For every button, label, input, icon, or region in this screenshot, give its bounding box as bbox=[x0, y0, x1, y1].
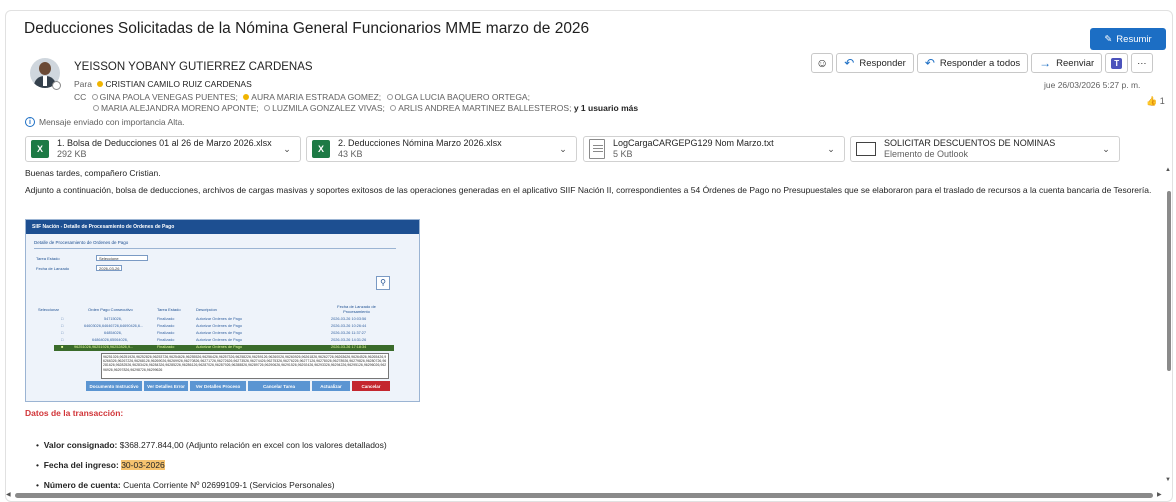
embedded-subtitle: Detalle de Procesamiento de Ordenes de P… bbox=[34, 240, 396, 249]
body-paragraph: Adjunto a continuación, bolsa de deducci… bbox=[25, 185, 1152, 195]
message-actions: ☺ ↶ Responder ↶ Responder a todos → Reenvia… bbox=[811, 53, 1153, 73]
reply-icon: ↶ bbox=[844, 56, 855, 70]
forward-button[interactable]: → Reenviar bbox=[1031, 53, 1103, 73]
embedded-button: Cancelar bbox=[352, 381, 390, 391]
list-item: • Fecha del ingreso: 30-03-2026 bbox=[36, 460, 165, 470]
recipient-cc[interactable]: LUZMILA GONZALEZ VIVAS; bbox=[272, 103, 385, 113]
scrollbar-thumb[interactable] bbox=[1167, 191, 1171, 371]
to-line: Para CRISTIAN CAMILO RUIZ CARDENAS bbox=[74, 79, 252, 89]
smiley-icon: ☺ bbox=[816, 56, 829, 70]
embedded-col-header: Descripcion bbox=[196, 307, 217, 312]
attachment-card[interactable]: X 2. Deducciones Nómina Marzo 2026.xlsx 4… bbox=[306, 136, 577, 162]
excel-icon: X bbox=[312, 140, 330, 158]
mail-icon bbox=[856, 142, 876, 156]
teams-share-button[interactable]: T bbox=[1105, 53, 1129, 73]
text-file-icon bbox=[589, 139, 605, 159]
attachment-card[interactable]: LogCargaCARGEPG129 Nom Marzo.txt 5 KB ⌄ bbox=[583, 136, 845, 162]
chevron-down-icon[interactable]: ⌄ bbox=[1097, 144, 1115, 155]
embedded-row: □ 64864026,65064026, Finalizado Autorizar O… bbox=[61, 338, 367, 342]
attachment-card[interactable]: X 1. Bolsa de Deducciones 01 al 26 de Ma… bbox=[25, 136, 301, 162]
reply-all-icon: ↶ bbox=[924, 56, 935, 70]
embedded-select: Seleccione bbox=[96, 255, 148, 261]
forward-icon: → bbox=[1039, 56, 1052, 70]
presence-offline-icon bbox=[93, 105, 99, 111]
cc-line-2: MARIA ALEJANDRA MORENO APONTE; LUZMILA G… bbox=[90, 103, 638, 113]
summarize-button[interactable]: ✎ Resumir bbox=[1090, 28, 1166, 50]
message-subject: Deducciones Solicitadas de la Nómina Gen… bbox=[24, 20, 590, 37]
presence-away-icon bbox=[97, 81, 104, 87]
embedded-row-selected: ■ 96251026,96251926,96252826,9... Finaliza… bbox=[54, 345, 394, 351]
embedded-col-header: Fecha de Lanzado de Procesamiento bbox=[337, 304, 376, 314]
embedded-screenshot: SIIF Nación - Detalle de Procesamiento d… bbox=[25, 219, 420, 402]
embedded-row: □ 64854026, Finalizado Autorizar Ordenes de… bbox=[61, 331, 366, 335]
emoji-reaction-button[interactable]: ☺ bbox=[811, 53, 834, 73]
presence-offline-icon bbox=[91, 94, 98, 100]
embedded-tooltip: 96251026,96251926,96252826,96253726,9625… bbox=[101, 353, 389, 379]
info-icon: i bbox=[25, 117, 35, 127]
scroll-left-icon[interactable]: ◀ bbox=[6, 491, 11, 498]
embedded-date: 2026-03-26 bbox=[96, 265, 122, 271]
presence-status-icon bbox=[52, 81, 61, 90]
embedded-row: □ 64603026,64646726,64690426,6... Finaliza… bbox=[61, 324, 367, 328]
excel-icon: X bbox=[31, 140, 49, 158]
sent-date: jue 26/03/2026 5:27 p. m. bbox=[1044, 80, 1141, 90]
teams-icon: T bbox=[1111, 57, 1123, 69]
horizontal-scrollbar[interactable]: ◀ ▶ bbox=[5, 490, 1171, 500]
embedded-button: Cancelar Tarea bbox=[248, 381, 310, 391]
embedded-button: Ver Detalles Proceso bbox=[190, 381, 246, 391]
reaction-count[interactable]: 👍 1 bbox=[1146, 96, 1165, 107]
importance-notice: i Mensaje enviado con importancia Alta. bbox=[25, 117, 185, 127]
vertical-scrollbar[interactable]: ▲ ▼ bbox=[1164, 165, 1172, 490]
reply-button[interactable]: ↶ Responder bbox=[836, 53, 914, 73]
recipient-cc[interactable]: AURA MARIA ESTRADA GOMEZ; bbox=[251, 92, 381, 102]
scroll-down-icon[interactable]: ▼ bbox=[1165, 477, 1171, 483]
cc-line: CC GINA PAOLA VENEGAS PUENTES; AURA MARI… bbox=[74, 92, 530, 102]
attachment-card[interactable]: SOLICITAR DESCUENTOS DE NOMINAS Elemento … bbox=[850, 136, 1120, 162]
presence-away-icon bbox=[243, 94, 250, 100]
scroll-right-icon[interactable]: ▶ bbox=[1157, 491, 1162, 498]
embedded-button: Ver Detalles Error bbox=[144, 381, 188, 391]
recipient-cc[interactable]: MARIA ALEJANDRA MORENO APONTE; bbox=[101, 103, 259, 113]
reply-all-button[interactable]: ↶ Responder a todos bbox=[916, 53, 1029, 73]
section-title: Datos de la transacción: bbox=[25, 408, 124, 418]
embedded-col-header: Orden Pago Consecutivo bbox=[88, 307, 133, 312]
thumbs-up-icon: 👍 bbox=[1146, 96, 1158, 106]
recipient-cc[interactable]: GINA PAOLA VENEGAS PUENTES; bbox=[100, 92, 238, 102]
more-recipients-link[interactable]: y 1 usuario más bbox=[574, 103, 638, 113]
embedded-col-header: Seleccionar bbox=[38, 307, 59, 312]
chevron-down-icon[interactable]: ⌄ bbox=[822, 144, 840, 155]
embedded-label: Fecha de Lanzado bbox=[36, 266, 70, 271]
embedded-label: Tarea Estado bbox=[36, 256, 60, 261]
recipient-to[interactable]: CRISTIAN CAMILO RUIZ CARDENAS bbox=[105, 79, 251, 89]
embedded-button: Documento Instructivo bbox=[86, 381, 142, 391]
summarize-icon: ✎ bbox=[1104, 33, 1113, 45]
chevron-down-icon[interactable]: ⌄ bbox=[554, 144, 572, 155]
embedded-col-header: Tarea Estado bbox=[157, 307, 181, 312]
list-item: • Número de cuenta: Cuenta Corriente Nº … bbox=[36, 480, 335, 490]
scrollbar-thumb[interactable] bbox=[15, 493, 1153, 498]
embedded-button: Actualizar bbox=[312, 381, 350, 391]
recipient-cc[interactable]: ARLIS ANDREA MARTINEZ BALLESTEROS; bbox=[398, 103, 571, 113]
embedded-title: SIIF Nación - Detalle de Procesamiento d… bbox=[26, 220, 419, 234]
list-item: • Valor consignado: $368.277.844,00 (Adj… bbox=[36, 440, 387, 450]
presence-offline-icon bbox=[390, 105, 397, 111]
more-icon: ··· bbox=[1137, 57, 1147, 69]
scroll-up-icon[interactable]: ▲ bbox=[1165, 167, 1171, 173]
greeting: Buenas tardes, compañero Cristian. bbox=[25, 168, 161, 178]
more-actions-button[interactable]: ··· bbox=[1131, 53, 1153, 73]
presence-offline-icon bbox=[264, 105, 271, 111]
presence-offline-icon bbox=[386, 94, 393, 100]
chevron-down-icon[interactable]: ⌄ bbox=[278, 144, 296, 155]
embedded-search-icon: ⚲ bbox=[376, 276, 390, 290]
embedded-row: □ 54715026, Finalizado Autorizar Ordenes de… bbox=[61, 317, 367, 321]
recipient-cc[interactable]: OLGA LUCIA BAQUERO ORTEGA; bbox=[395, 92, 530, 102]
sender-name[interactable]: YEISSON YOBANY GUTIERREZ CARDENAS bbox=[74, 61, 313, 73]
